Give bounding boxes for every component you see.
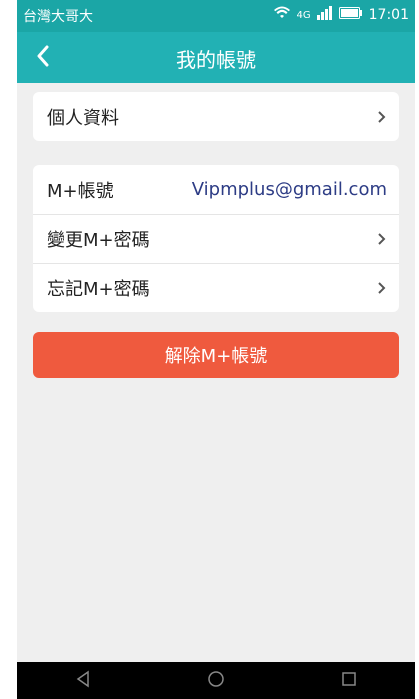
signal-icon [316, 6, 333, 24]
chevron-right-icon [377, 110, 387, 124]
status-time: 17:01 [368, 7, 409, 23]
status-bar: 台灣大哥大 4G 17:01 [17, 0, 415, 32]
header-bar: 我的帳號 [17, 32, 415, 83]
chevron-right-icon [377, 281, 387, 295]
account-row: M+帳號 Vipmplus@gmail.com [33, 165, 399, 214]
nav-back-button[interactable] [61, 666, 105, 696]
nav-back-icon [74, 670, 92, 692]
profile-label: 個人資料 [47, 107, 119, 129]
home-icon [207, 670, 225, 692]
recents-button[interactable] [327, 666, 371, 696]
wifi-icon [273, 6, 291, 24]
remove-account-button[interactable]: 解除M+帳號 [33, 332, 399, 378]
profile-row[interactable]: 個人資料 [33, 92, 399, 141]
page-title: 我的帳號 [176, 48, 256, 72]
android-navigation-bar [17, 662, 415, 699]
account-card: M+帳號 Vipmplus@gmail.com 變更M+密碼 忘記M+密碼 [33, 165, 399, 312]
profile-card: 個人資料 [33, 92, 399, 141]
status-icons: 4G 17:01 [273, 6, 409, 24]
network-type-label: 4G [296, 9, 311, 21]
battery-icon [338, 7, 363, 23]
recents-icon [340, 670, 358, 692]
app-screen: 台灣大哥大 4G 17:01 我的帳號 個人資料 M+帳號 Vipmplus@g… [17, 0, 415, 662]
change-password-row[interactable]: 變更M+密碼 [33, 214, 399, 263]
carrier-label: 台灣大哥大 [23, 9, 93, 25]
account-email: Vipmplus@gmail.com [191, 179, 387, 200]
home-button[interactable] [194, 666, 238, 696]
change-password-label: 變更M+密碼 [47, 230, 150, 251]
account-label: M+帳號 [47, 180, 114, 202]
forgot-password-row[interactable]: 忘記M+密碼 [33, 263, 399, 312]
forgot-password-label: 忘記M+密碼 [47, 279, 150, 300]
chevron-right-icon [377, 232, 387, 246]
